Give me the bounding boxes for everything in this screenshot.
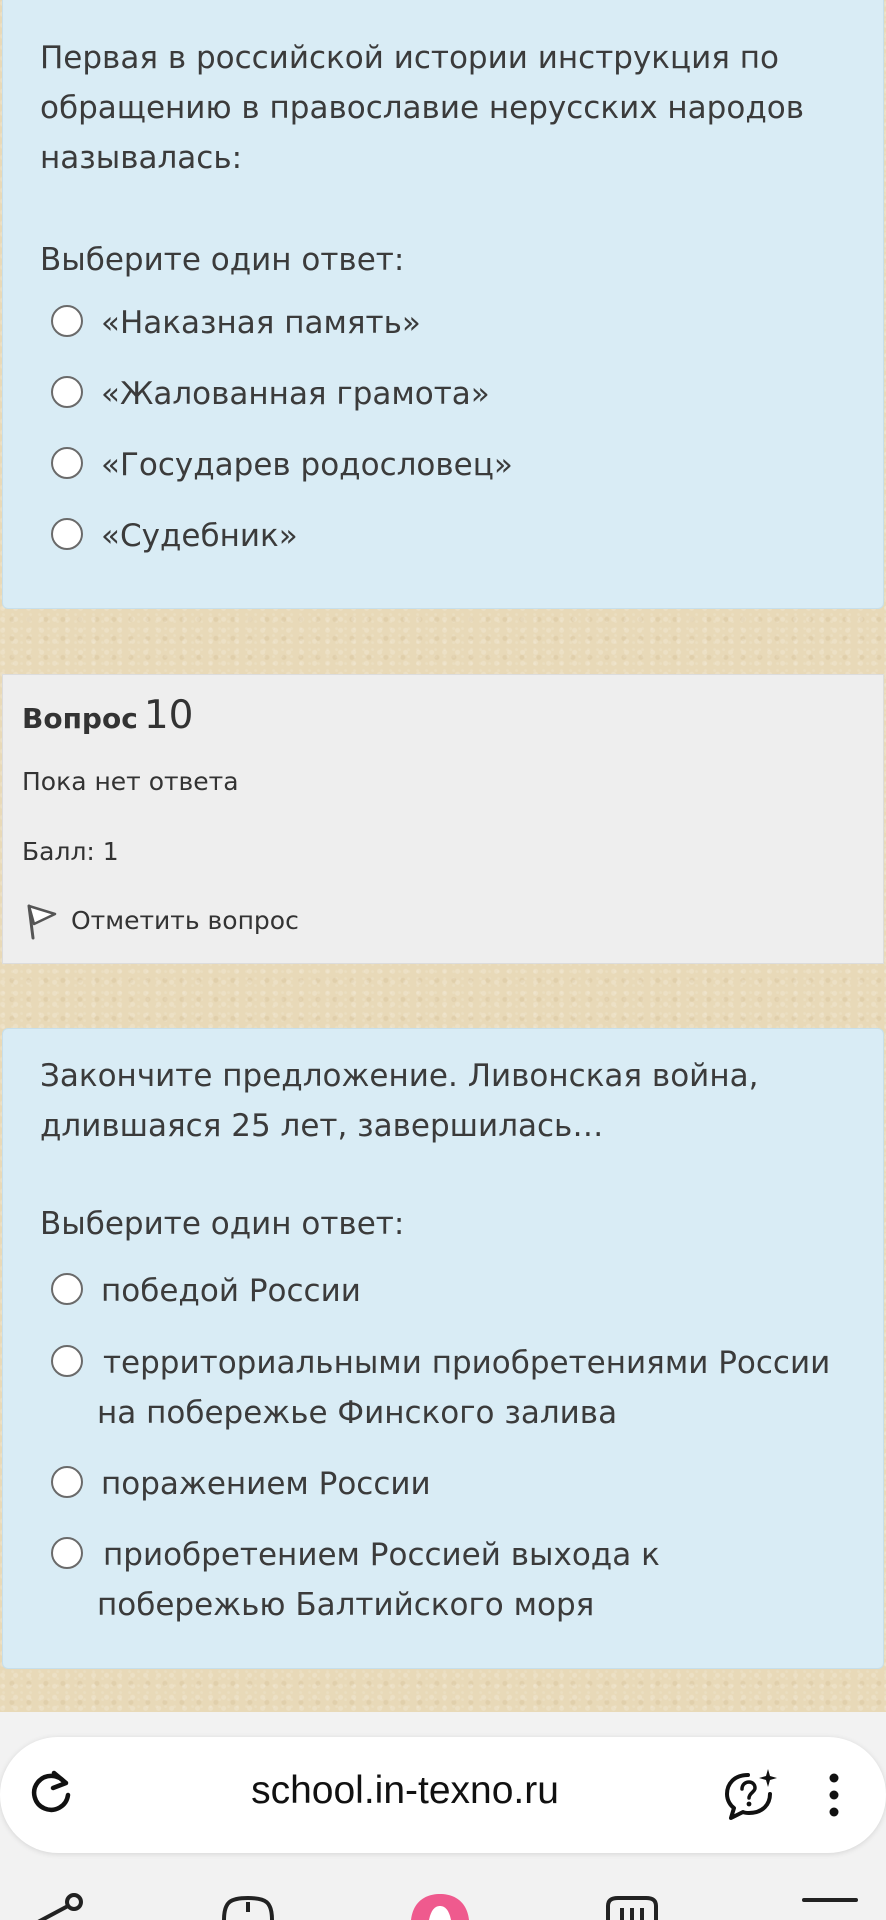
question-number-value: 10 xyxy=(143,693,194,738)
flag-question-label[interactable]: Отметить вопрос xyxy=(71,906,299,935)
grid-icon[interactable] xyxy=(602,1888,662,1920)
answer-option[interactable]: «Наказная память» xyxy=(51,298,841,348)
radio-button[interactable] xyxy=(51,447,83,479)
question-word: Вопрос xyxy=(22,702,138,735)
question-10-prompt: Выберите один ответ: xyxy=(40,1206,405,1242)
answer-option-label[interactable]: «Жалованная грамота» xyxy=(101,369,841,419)
question-9-prompt: Выберите один ответ: xyxy=(40,242,405,278)
question-score: Балл: 1 xyxy=(22,837,119,866)
question-9-card: Первая в российской истории инструкция п… xyxy=(2,0,884,609)
tabs-icon[interactable] xyxy=(218,1888,278,1920)
answer-option-label[interactable]: поражением России xyxy=(101,1459,841,1509)
answer-option[interactable]: «Государев родословец» xyxy=(51,440,841,490)
menu-lines-icon[interactable] xyxy=(800,1888,860,1920)
question-10-card: Закончите предложение. Ливонская война, … xyxy=(2,1028,884,1669)
radio-button[interactable] xyxy=(51,305,83,337)
assistant-icon[interactable] xyxy=(722,1767,780,1823)
answer-option-label[interactable]: «Судебник» xyxy=(101,511,841,561)
answer-option[interactable]: территориальными приобретениями России н… xyxy=(51,1338,841,1438)
question-state: Пока нет ответа xyxy=(22,767,239,796)
answer-option-label[interactable]: территориальными приобретениями России н… xyxy=(97,1338,841,1438)
radio-button[interactable] xyxy=(51,518,83,550)
answer-option[interactable]: победой России xyxy=(51,1266,841,1316)
radio-button[interactable] xyxy=(51,1537,83,1569)
answer-option-label[interactable]: победой России xyxy=(101,1266,841,1316)
flag-icon[interactable] xyxy=(25,900,59,940)
radio-button[interactable] xyxy=(51,1273,83,1305)
answer-option-label[interactable]: «Государев родословец» xyxy=(101,440,841,490)
radio-button[interactable] xyxy=(51,376,83,408)
question-10-info: Вопрос 10 Пока нет ответа Балл: 1 Отметит… xyxy=(2,674,884,964)
radio-button[interactable] xyxy=(51,1345,83,1377)
share-icon[interactable] xyxy=(28,1888,88,1920)
answer-option-label[interactable]: приобретением Россией выхода к побережью… xyxy=(97,1530,841,1630)
answer-option[interactable]: «Жалованная грамота» xyxy=(51,369,841,419)
radio-button[interactable] xyxy=(51,1466,83,1498)
answer-option[interactable]: поражением России xyxy=(51,1459,841,1509)
answer-option[interactable]: «Судебник» xyxy=(51,511,841,561)
question-10-text: Закончите предложение. Ливонская война, … xyxy=(40,1058,759,1144)
answer-option[interactable]: приобретением Россией выхода к побережью… xyxy=(51,1530,841,1630)
flag-question-link[interactable]: Отметить вопрос xyxy=(25,900,299,940)
answer-option-label[interactable]: «Наказная память» xyxy=(101,298,841,348)
home-icon[interactable] xyxy=(405,1888,475,1920)
url-text[interactable]: school.in-texno.ru xyxy=(0,1769,810,1813)
question-number: Вопрос 10 xyxy=(22,693,193,738)
address-bar[interactable]: school.in-texno.ru xyxy=(0,1737,886,1853)
question-9-text: Первая в российской истории инструкция п… xyxy=(40,40,804,176)
more-menu-icon[interactable] xyxy=(820,1769,848,1821)
